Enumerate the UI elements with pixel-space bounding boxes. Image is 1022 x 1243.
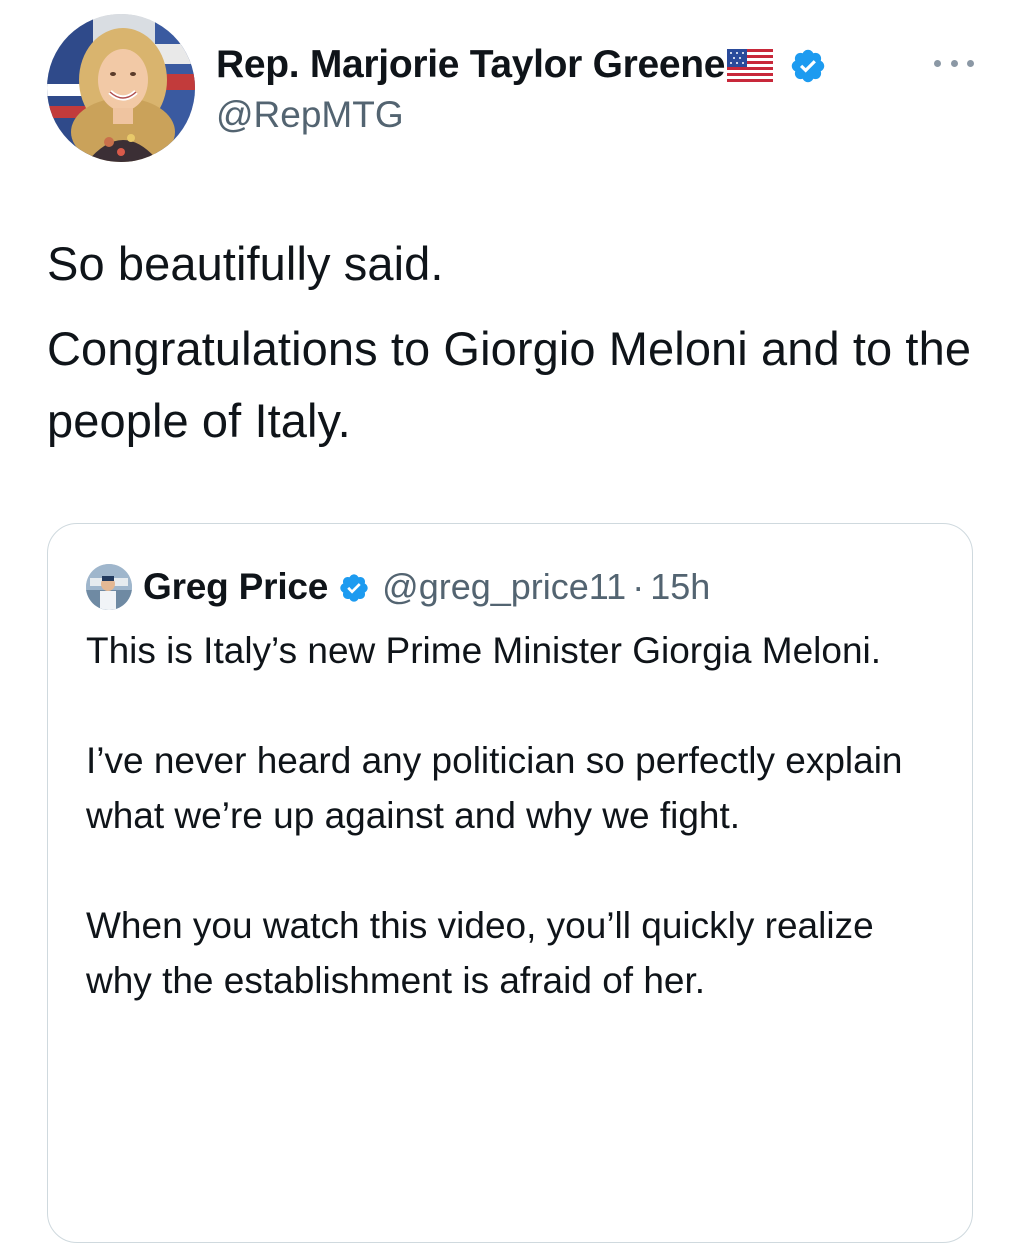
quoted-paragraph: This is Italy’s new Prime Minister Giorg…	[86, 630, 882, 671]
author-name[interactable]: Rep. Marjorie Taylor Greene	[216, 43, 725, 87]
tweet: Rep. Marjorie Taylor Greene @RepMTG So b…	[0, 0, 1022, 1243]
verified-badge-icon	[789, 47, 827, 85]
tweet-paragraph: So beautifully said.	[47, 237, 444, 290]
quoted-tweet-text: This is Italy’s new Prime Minister Giorg…	[86, 623, 926, 1008]
quoted-separator: ·	[632, 566, 645, 607]
quoted-verified-badge-icon	[338, 572, 370, 604]
more-dot	[934, 59, 941, 67]
quoted-author-avatar[interactable]	[86, 564, 132, 610]
author-handle[interactable]: @RepMTG	[216, 94, 404, 136]
more-dot	[967, 59, 974, 67]
more-options-icon[interactable]	[934, 56, 974, 70]
quoted-author-name[interactable]: Greg Price	[143, 566, 328, 608]
quoted-tweet-header: Greg Price @greg_price11 · 15h	[86, 562, 710, 612]
quoted-paragraph: When you watch this video, you’ll quickl…	[86, 905, 874, 1001]
quoted-paragraph: I’ve never heard any politician so perfe…	[86, 740, 903, 836]
quoted-tweet-card[interactable]: Greg Price @greg_price11 · 15h This is I…	[47, 523, 973, 1243]
us-flag-icon	[727, 49, 774, 83]
tweet-text: So beautifully said. Congratulations to …	[47, 228, 977, 457]
quoted-timestamp[interactable]: 15h	[650, 566, 710, 608]
more-dot	[950, 59, 958, 67]
author-avatar[interactable]	[47, 14, 195, 162]
tweet-paragraph: Congratulations to Giorgio Meloni and to…	[47, 322, 972, 447]
author-name-row: Rep. Marjorie Taylor Greene	[216, 40, 827, 90]
quoted-author-handle[interactable]: @greg_price11	[382, 566, 626, 608]
